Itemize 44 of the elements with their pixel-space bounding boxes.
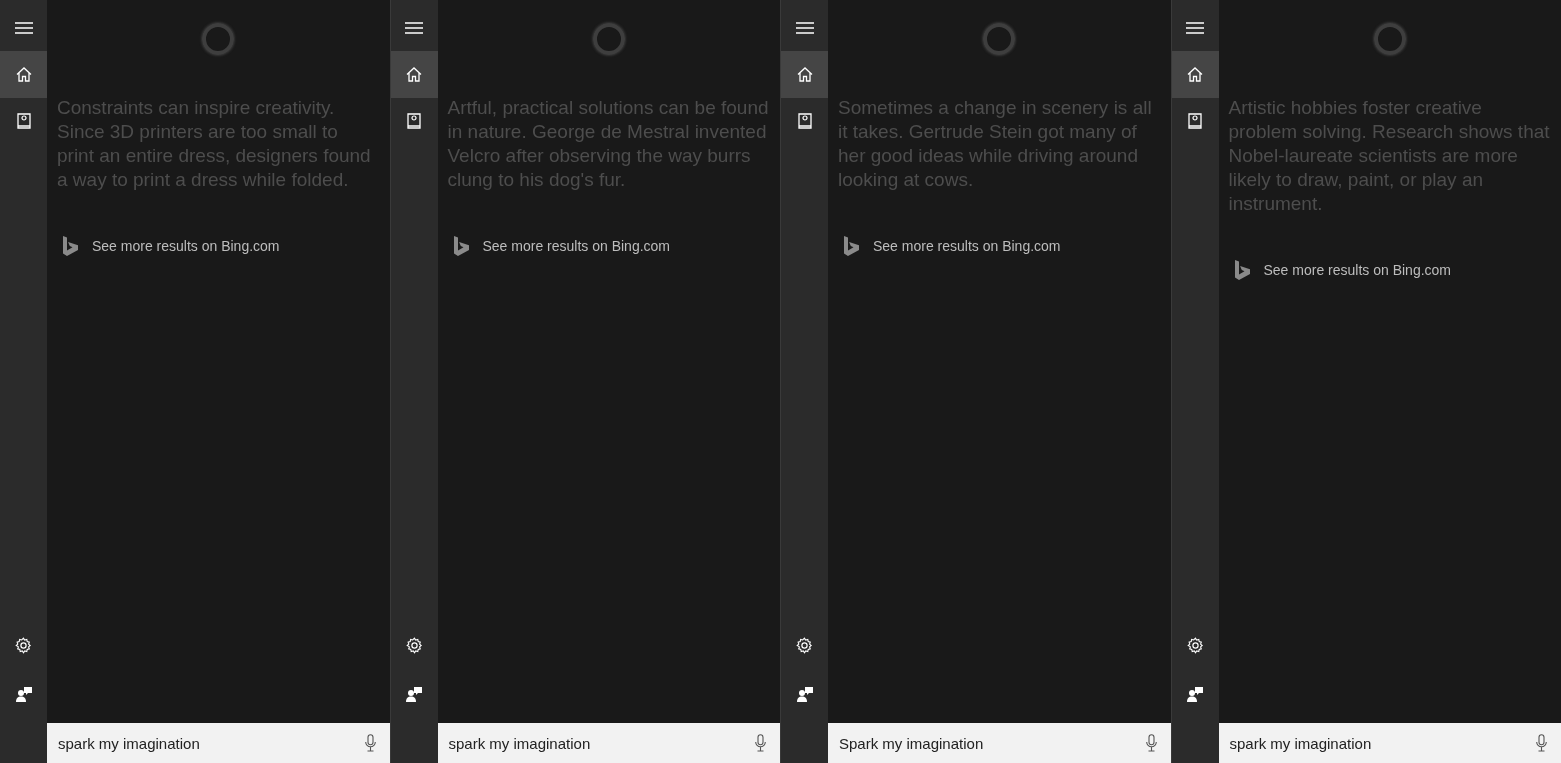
assistant-ring-icon xyxy=(592,23,625,55)
microphone-icon xyxy=(1536,734,1547,752)
notebook-icon xyxy=(1188,113,1202,130)
assistant-ring-icon xyxy=(202,23,235,55)
bing-logo-icon xyxy=(453,236,469,256)
home-nav-button[interactable] xyxy=(781,51,828,98)
feedback-icon xyxy=(796,685,813,702)
feedback-icon xyxy=(15,685,32,702)
home-icon xyxy=(1187,67,1203,82)
bing-logo-icon xyxy=(63,236,78,256)
home-nav-button[interactable] xyxy=(0,51,47,98)
menu-icon xyxy=(795,21,814,34)
bing-link[interactable]: See more results on Bing.com xyxy=(1234,260,1452,280)
settings-icon xyxy=(15,637,32,654)
microphone-icon xyxy=(1145,734,1157,752)
settings-icon xyxy=(405,637,423,654)
feedback-icon xyxy=(406,685,422,702)
bing-logo-icon xyxy=(1234,260,1250,280)
microphone-icon xyxy=(755,734,766,752)
home-icon xyxy=(406,67,422,82)
home-icon xyxy=(796,67,813,82)
menu-icon xyxy=(405,21,423,34)
search-field[interactable]: spark my imagination xyxy=(437,723,780,763)
assistant-ring-icon xyxy=(983,23,1016,55)
bing-link[interactable]: See more results on Bing.com xyxy=(63,236,280,256)
bing-logo-icon xyxy=(844,236,859,256)
settings-icon xyxy=(796,637,813,654)
bing-link[interactable]: See more results on Bing.com xyxy=(453,236,671,256)
home-icon xyxy=(15,67,32,82)
notebook-icon xyxy=(16,113,31,130)
menu-icon xyxy=(1186,21,1204,34)
feedback-icon xyxy=(1187,685,1203,702)
bing-link[interactable]: See more results on Bing.com xyxy=(844,236,1061,256)
menu-icon xyxy=(14,21,33,34)
notebook-icon xyxy=(797,113,812,130)
search-field[interactable]: spark my imagination xyxy=(1218,723,1561,763)
search-field[interactable]: spark my imagination xyxy=(47,723,390,763)
assistant-ring-icon xyxy=(1373,23,1406,55)
microphone-icon xyxy=(364,734,376,752)
notebook-icon xyxy=(407,113,421,130)
search-field[interactable]: Spark my imagination xyxy=(828,723,1171,763)
home-nav-button[interactable] xyxy=(1171,51,1219,98)
settings-icon xyxy=(1186,637,1204,654)
home-nav-button[interactable] xyxy=(390,51,438,98)
